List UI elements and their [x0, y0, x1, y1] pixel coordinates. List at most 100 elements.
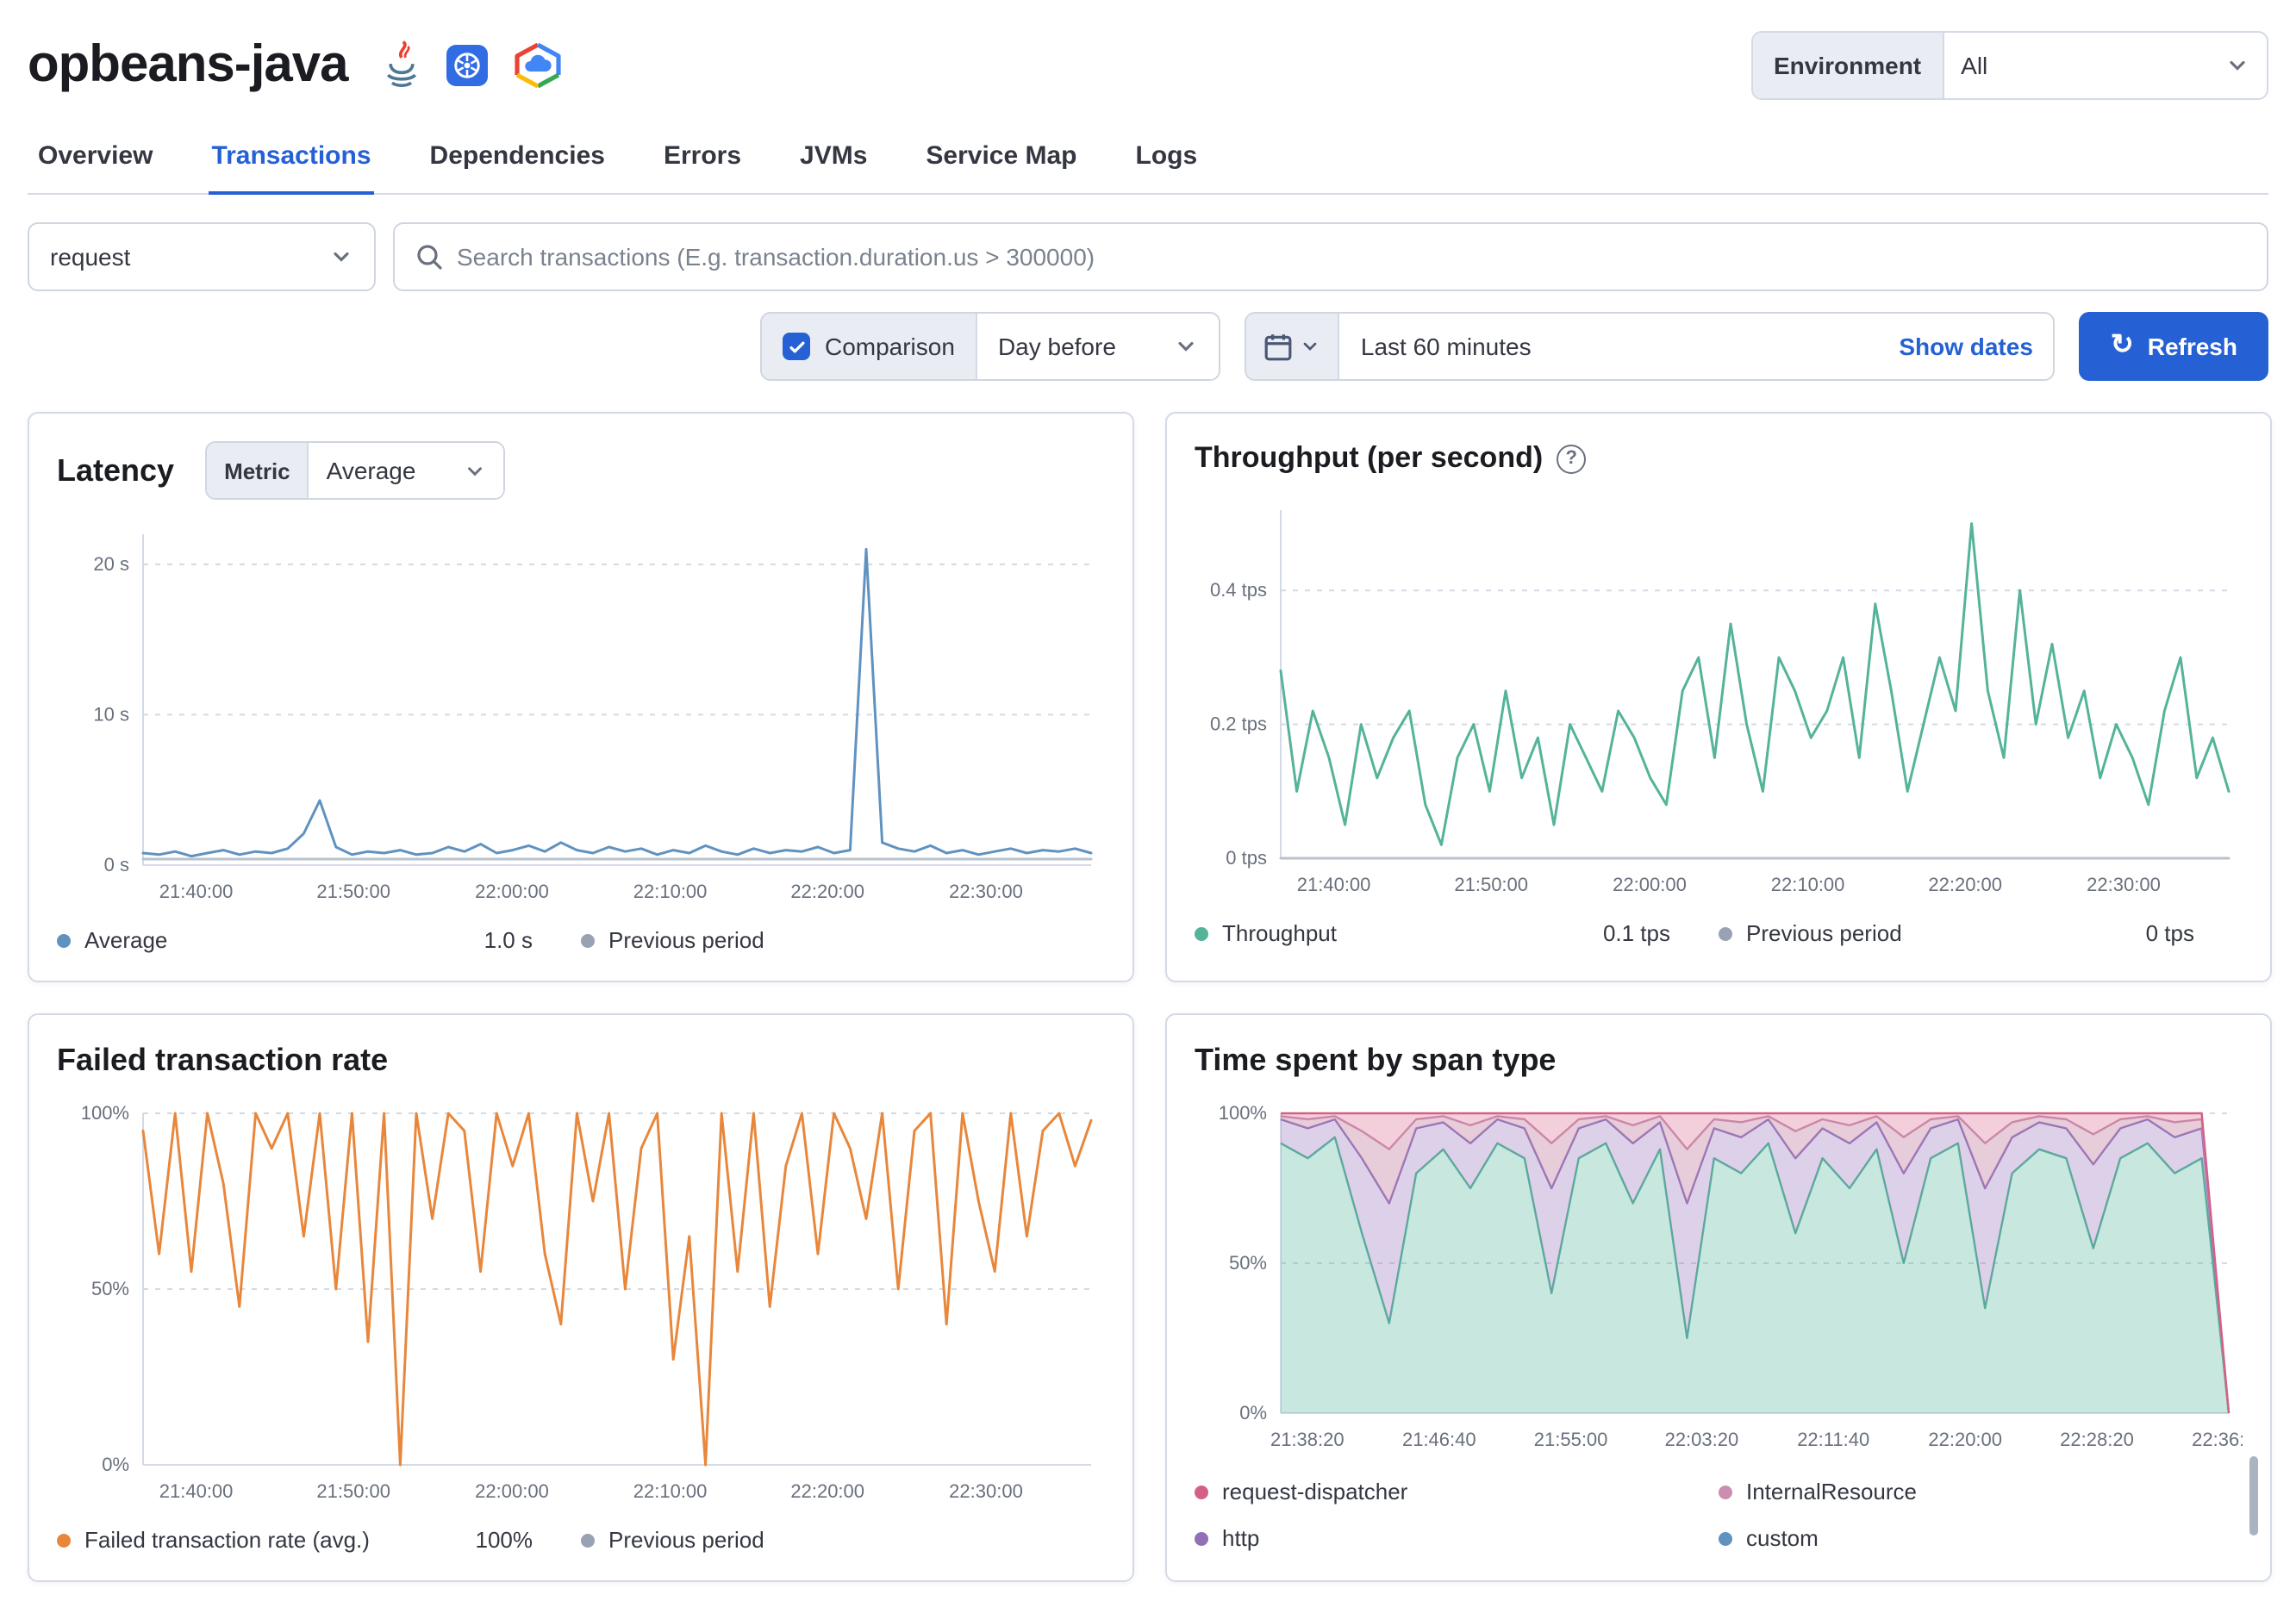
tab-transactions[interactable]: Transactions — [208, 121, 374, 195]
svg-text:0 tps: 0 tps — [1226, 847, 1267, 869]
service-header: opbeans-java Environment All Overview Tr… — [0, 0, 2296, 195]
google-cloud-icon — [513, 43, 561, 88]
java-icon — [382, 40, 420, 91]
svg-text:22:30:00: 22:30:00 — [2087, 874, 2161, 895]
span-type-title: Time spent by span type — [1195, 1043, 1557, 1077]
tab-service-map[interactable]: Service Map — [922, 121, 1080, 193]
date-picker-menu-button[interactable] — [1246, 314, 1340, 379]
show-dates-link[interactable]: Show dates — [1878, 333, 2054, 360]
svg-text:21:40:00: 21:40:00 — [159, 881, 234, 902]
kubernetes-icon — [444, 43, 489, 88]
tab-dependencies[interactable]: Dependencies — [427, 121, 608, 193]
svg-text:22:20:00: 22:20:00 — [1928, 874, 2002, 895]
legend-value: 100% — [475, 1527, 533, 1553]
latency-chart[interactable]: 0 s 10 s 20 s 21:40:00 21:50:00 22:00:00 22:10… — [57, 517, 1105, 910]
legend-item[interactable]: request-dispatcher — [1195, 1479, 1719, 1504]
environment-control: Environment All — [1751, 31, 2268, 100]
environment-value: All — [1961, 52, 1988, 79]
span-type-panel: Time spent by span type 0% 50% 100% 21:38:2… — [1165, 1013, 2272, 1582]
tab-jvms[interactable]: JVMs — [796, 121, 870, 193]
chevron-down-icon — [334, 252, 349, 262]
calendar-icon — [1265, 333, 1293, 360]
svg-text:50%: 50% — [91, 1278, 129, 1299]
svg-text:21:55:00: 21:55:00 — [1534, 1429, 1608, 1450]
search-box — [393, 222, 2268, 291]
failed-rate-chart[interactable]: 0% 50% 100% 21:40:00 21:50:00 22:00:00 22:10:0… — [57, 1096, 1105, 1510]
legend-item[interactable]: custom — [1719, 1525, 2243, 1551]
legend-value: 1.0 s — [484, 927, 533, 953]
svg-text:21:40:00: 21:40:00 — [159, 1480, 234, 1502]
legend-item[interactable]: Average — [57, 927, 167, 953]
search-input[interactable] — [457, 243, 2246, 271]
svg-text:22:00:00: 22:00:00 — [475, 881, 549, 902]
page-title: opbeans-java — [28, 36, 348, 93]
svg-text:50%: 50% — [1229, 1252, 1267, 1274]
transaction-type-value: request — [50, 243, 131, 271]
throughput-chart[interactable]: 0 tps 0.2 tps 0.4 tps 21:40:00 21:50:00 22:00… — [1195, 493, 2243, 903]
latency-panel: Latency Metric Average 0 s 10 s 20 s 21:40:… — [28, 412, 1134, 982]
legend-item[interactable]: Previous period — [1719, 920, 1902, 946]
time-range[interactable]: Last 60 minutes — [1340, 333, 1878, 360]
svg-text:21:38:20: 21:38:20 — [1270, 1429, 1345, 1450]
legend-item[interactable]: Failed transaction rate (avg.) — [57, 1527, 370, 1553]
legend-item[interactable]: Previous period — [581, 927, 764, 953]
charts-grid: Latency Metric Average 0 s 10 s 20 s 21:40:… — [28, 412, 2272, 1582]
chevron-down-icon — [1304, 342, 1318, 351]
svg-text:20 s: 20 s — [93, 553, 129, 575]
svg-text:22:10:00: 22:10:00 — [633, 1480, 708, 1502]
svg-text:21:46:40: 21:46:40 — [1402, 1429, 1476, 1450]
search-icon — [417, 245, 442, 270]
svg-text:22:20:00: 22:20:00 — [1928, 1429, 2002, 1450]
svg-text:22:28:20: 22:28:20 — [2060, 1429, 2134, 1450]
svg-text:22:00:00: 22:00:00 — [1613, 874, 1687, 895]
date-picker: Last 60 minutes Show dates — [1245, 312, 2056, 381]
comparison-checkbox[interactable] — [783, 333, 811, 360]
legend-item[interactable]: InternalResource — [1719, 1479, 2243, 1504]
legend-scrollbar[interactable] — [2249, 1456, 2258, 1536]
svg-text:22:20:00: 22:20:00 — [790, 881, 864, 902]
comparison-toggle[interactable]: Comparison — [762, 314, 977, 379]
throughput-panel: Throughput (per second) ? 0 tps 0.2 tps 0.… — [1165, 412, 2272, 982]
svg-text:22:30:00: 22:30:00 — [949, 881, 1023, 902]
svg-text:22:10:00: 22:10:00 — [633, 881, 708, 902]
tab-errors[interactable]: Errors — [660, 121, 745, 193]
svg-text:21:50:00: 21:50:00 — [316, 881, 390, 902]
svg-text:21:50:00: 21:50:00 — [316, 1480, 390, 1502]
svg-text:22:11:40: 22:11:40 — [1797, 1429, 1869, 1450]
transaction-type-select[interactable]: request — [28, 222, 376, 291]
refresh-icon: ↻ — [2110, 331, 2134, 360]
tabs: Overview Transactions Dependencies Errors JV… — [28, 121, 2268, 195]
svg-text:100%: 100% — [81, 1102, 129, 1124]
svg-text:22:10:00: 22:10:00 — [1771, 874, 1845, 895]
help-icon[interactable]: ? — [1557, 444, 1587, 473]
svg-text:22:36:40: 22:36:40 — [2192, 1429, 2243, 1450]
tab-overview[interactable]: Overview — [34, 121, 156, 193]
legend-item[interactable]: http — [1195, 1525, 1719, 1551]
svg-text:0%: 0% — [102, 1454, 129, 1475]
failed-rate-panel: Failed transaction rate 0% 50% 100% 21:40:0… — [28, 1013, 1134, 1582]
legend-value: 0 tps — [2145, 920, 2194, 946]
legend-item[interactable]: Throughput — [1195, 920, 1337, 946]
legend-item[interactable]: Previous period — [581, 1527, 764, 1553]
svg-text:21:40:00: 21:40:00 — [1297, 874, 1371, 895]
check-icon — [789, 340, 805, 352]
comparison-select[interactable]: Day before — [976, 314, 1220, 379]
comparison-control: Comparison Day before — [760, 312, 1221, 381]
refresh-button[interactable]: ↻ Refresh — [2079, 312, 2268, 381]
latency-metric-select[interactable]: Average — [309, 443, 504, 498]
legend-value: 0.1 tps — [1602, 920, 1670, 946]
environment-select[interactable]: All — [1943, 33, 2267, 98]
svg-text:0 s: 0 s — [104, 854, 129, 875]
filters: request Comparison Day before — [0, 195, 2296, 381]
svg-text:0%: 0% — [1239, 1402, 1267, 1423]
chevron-down-icon — [2230, 60, 2245, 71]
comparison-label: Comparison — [824, 333, 955, 360]
svg-text:22:03:20: 22:03:20 — [1665, 1429, 1739, 1450]
svg-text:22:20:00: 22:20:00 — [790, 1480, 864, 1502]
latency-title: Latency — [57, 452, 175, 487]
tab-logs[interactable]: Logs — [1132, 121, 1201, 193]
page: opbeans-java Environment All Overview Tr… — [0, 0, 2296, 1601]
span-type-chart[interactable]: 0% 50% 100% 21:38:20 21:46:40 21:55:00 22:03:2… — [1195, 1096, 2243, 1458]
metric-label: Metric — [207, 443, 309, 498]
environment-label: Environment — [1753, 33, 1944, 98]
